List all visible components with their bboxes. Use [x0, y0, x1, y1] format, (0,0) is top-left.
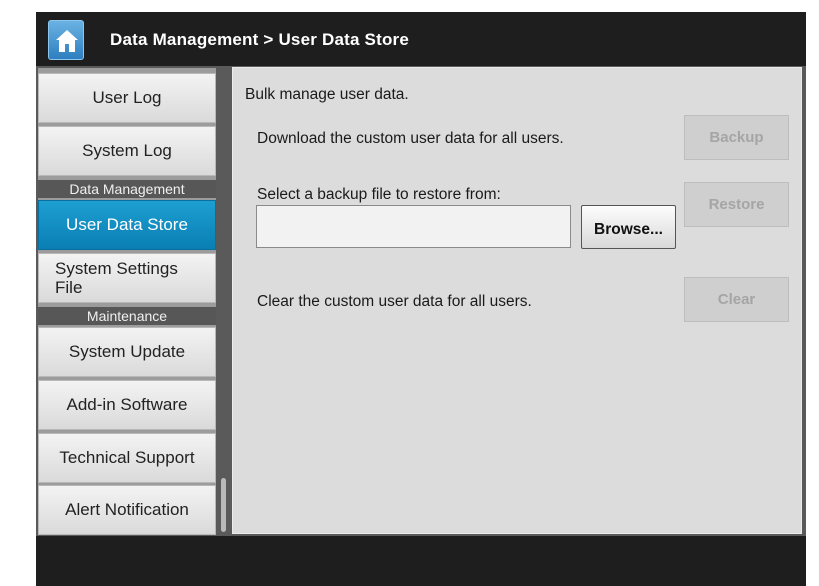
sidebar-item-label: System Settings File: [55, 259, 178, 297]
backup-button[interactable]: Backup: [684, 115, 789, 160]
sidebar-item-system-log[interactable]: System Log: [38, 126, 216, 176]
clear-description: Clear the custom user data for all users…: [257, 293, 532, 310]
sidebar-item-label: User Data Store: [66, 215, 188, 234]
backup-description: Download the custom user data for all us…: [257, 130, 564, 147]
restore-description: Select a backup file to restore from:: [257, 186, 501, 203]
sidebar-item-user-data-store[interactable]: User Data Store: [38, 200, 216, 250]
sidebar-item-system-update[interactable]: System Update: [38, 327, 216, 377]
sidebar-section-data-management: Data Management: [38, 180, 216, 198]
page-title: Data Management > User Data Store: [110, 30, 410, 49]
home-icon: [56, 30, 78, 52]
sidebar-item-system-settings-file[interactable]: System Settings File: [38, 253, 216, 303]
sidebar-item-label: System Log: [82, 141, 172, 160]
sidebar-item-label: System Update: [68, 342, 186, 361]
sidebar-item-label: Technical Support: [59, 448, 195, 467]
intro-text: Bulk manage user data.: [245, 86, 409, 103]
browse-button[interactable]: Browse...: [581, 205, 676, 249]
sidebar-section-maintenance: Maintenance: [38, 307, 216, 325]
backup-file-input[interactable]: [256, 205, 571, 248]
sidebar-item-add-in-software[interactable]: Add-in Software: [38, 380, 216, 430]
sidebar-item-technical-support[interactable]: Technical Support: [38, 433, 216, 483]
restore-button[interactable]: Restore: [684, 182, 789, 227]
footer-bar: [36, 536, 806, 586]
sidebar-item-label: Alert Notification: [65, 500, 189, 519]
home-button[interactable]: [48, 20, 84, 60]
sidebar-item-label: Add-in Software: [66, 395, 188, 414]
sidebar-item-alert-notification[interactable]: Alert Notification: [38, 485, 216, 535]
clear-button[interactable]: Clear: [684, 277, 789, 322]
sidebar-item-user-log[interactable]: User Log: [38, 73, 216, 123]
sidebar-scrollbar[interactable]: [221, 478, 226, 532]
sidebar-item-label: User Log: [92, 88, 162, 107]
